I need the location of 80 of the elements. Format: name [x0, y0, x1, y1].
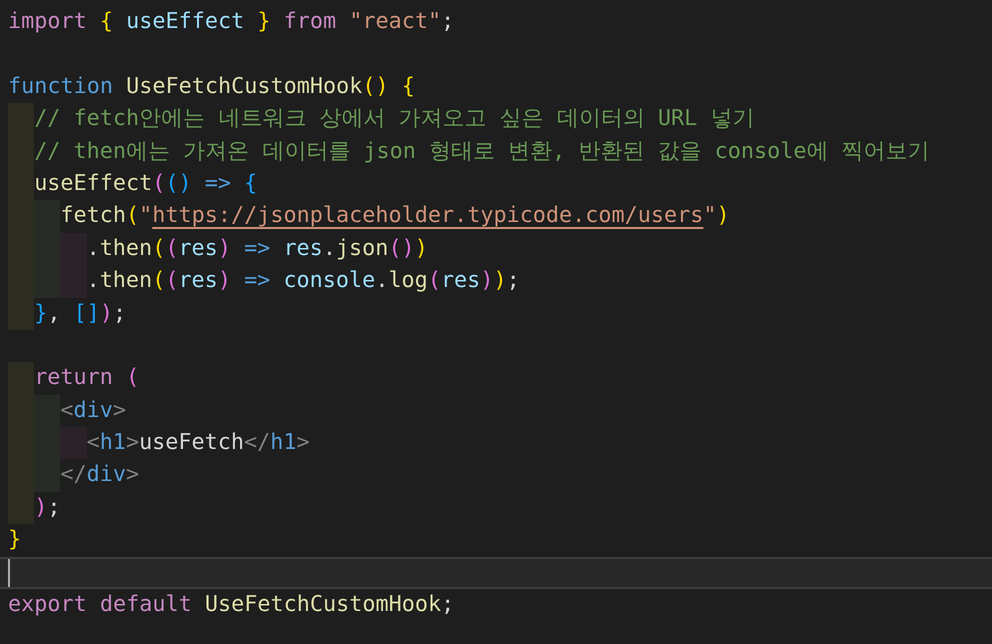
code-token: res — [178, 234, 218, 263]
code-token: then — [100, 234, 152, 263]
code-token: default — [100, 591, 193, 620]
code-token: ; — [441, 8, 454, 36]
code-token: div — [86, 461, 126, 490]
code-token: ) — [480, 267, 494, 296]
url-link[interactable]: https://jsonplaceholder.typicode.com/users — [152, 200, 704, 233]
code-token: } — [8, 526, 22, 554]
code-token: ( — [152, 170, 166, 198]
code-token: ) — [218, 267, 232, 296]
code-token: then — [100, 267, 152, 296]
code-token: ; — [441, 591, 454, 620]
code-token: ; — [112, 300, 126, 328]
code-token: { — [244, 170, 258, 198]
code-token: res — [178, 267, 218, 296]
code-token: } — [257, 8, 272, 36]
code-token: return — [34, 364, 114, 392]
code-token: </ — [244, 429, 270, 458]
code-token: ( — [152, 234, 166, 263]
code-token: useEffect — [34, 170, 152, 198]
code-token: // then에는 가져온 데이터를 json 형태로 변환, 반환된 값을 console에 찍어보기 — [34, 138, 930, 166]
code-token: ; — [47, 494, 60, 522]
code-token: () — [362, 72, 390, 101]
code-token: { — [402, 72, 415, 101]
code-token: ) — [493, 267, 507, 296]
code-token: { — [100, 8, 113, 36]
code-token: div — [74, 396, 113, 425]
code-token: ( — [165, 267, 178, 296]
code-token: ) — [414, 234, 428, 263]
code-token: () — [165, 170, 193, 198]
code-token: () — [388, 234, 415, 263]
code-token: res — [283, 234, 323, 263]
code-token: "react" — [349, 8, 442, 36]
code-token: , — [47, 300, 62, 328]
code-token: ; — [506, 267, 520, 296]
code-token: h1 — [270, 429, 297, 458]
code-token: h1 — [100, 429, 126, 458]
code-token: => — [244, 267, 272, 296]
code-token: ) — [716, 202, 730, 230]
code-token: UseFetchCustomHook — [204, 591, 442, 620]
code-token: res — [440, 267, 480, 296]
code-token: => — [244, 234, 272, 263]
code-token: > — [126, 461, 140, 490]
code-token: } — [34, 300, 48, 328]
code-token: > — [112, 396, 126, 425]
code-token: ( — [126, 202, 140, 230]
code-token: from — [284, 8, 338, 36]
code-token: > — [126, 429, 140, 458]
code-token: useFetch — [139, 429, 244, 458]
code-token: // fetch안에는 네트워크 상에서 가져오고 싶은 데이터의 URL 넣기 — [34, 105, 754, 134]
code-token: fetch — [60, 202, 126, 230]
code-token: ) — [100, 300, 113, 328]
code-token: . — [375, 267, 388, 296]
code-token: [] — [74, 300, 100, 328]
code-token: " — [139, 202, 152, 230]
code-token: " — [703, 202, 717, 230]
code-token: < — [86, 429, 100, 458]
code-token: ( — [152, 267, 166, 296]
code-token: ) — [218, 234, 232, 263]
code-token: ( — [165, 234, 178, 263]
code-token: UseFetchCustomHook — [126, 72, 362, 101]
code-token: export — [8, 591, 88, 620]
code-token: => — [204, 170, 232, 198]
code-editor[interactable] — [0, 0, 992, 644]
text-cursor — [8, 558, 10, 587]
code-token: ) — [34, 494, 48, 522]
code-token: console — [283, 267, 376, 296]
code-token: ( — [428, 267, 441, 296]
code-token: import — [8, 8, 88, 36]
code-token: > — [296, 429, 310, 458]
code-token: useEffect — [125, 8, 246, 36]
code-token: log — [388, 267, 428, 296]
code-token: </ — [60, 461, 87, 490]
code-token: . — [86, 267, 100, 296]
code-token: json — [336, 234, 388, 263]
code-token: . — [322, 234, 336, 263]
code-token: < — [60, 396, 74, 425]
code-token: function — [8, 72, 114, 101]
code-token: . — [86, 234, 100, 263]
code-token: ( — [126, 364, 140, 392]
